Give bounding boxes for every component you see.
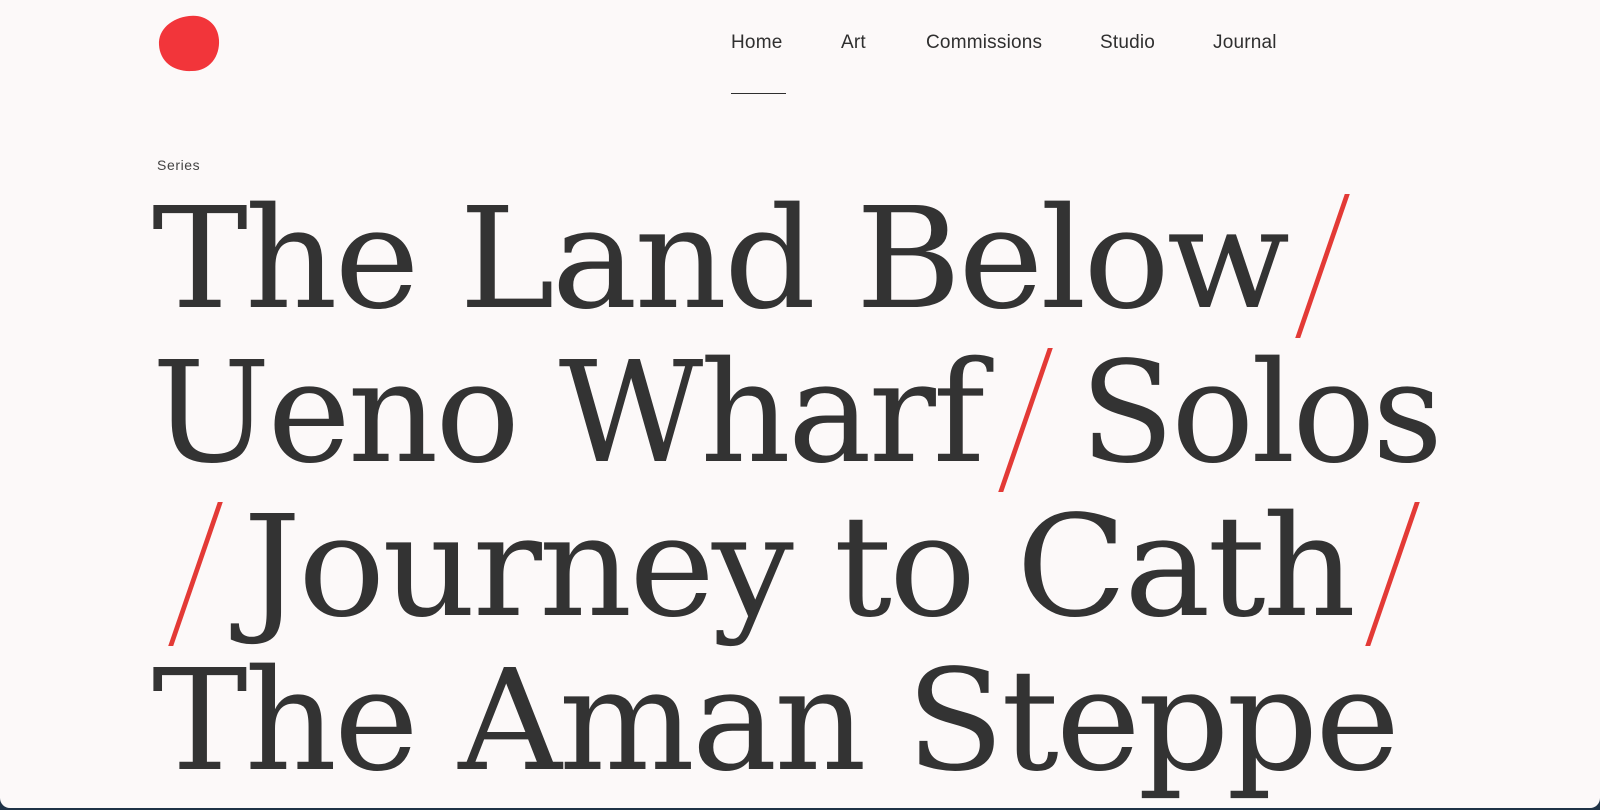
series-line-2b: Solos: [1080, 344, 1443, 484]
page: Home Art Commissions Studio Journal Seri…: [0, 0, 1600, 808]
series-item-solos[interactable]: Solos: [1080, 344, 1443, 484]
separator-slash: [1295, 194, 1350, 338]
series-list: The Land Below Ueno Wharf Solos Journey …: [0, 0, 1600, 808]
series-item-journey-to-cath[interactable]: Journey to Cath: [243, 498, 1356, 638]
series-item-the-land-below[interactable]: The Land Below: [152, 190, 1290, 330]
separator-slash: [168, 502, 223, 646]
series-item-ueno-wharf[interactable]: Ueno Wharf: [152, 344, 985, 484]
series-line-3: Journey to Cath: [243, 498, 1356, 638]
series-line-2: Ueno Wharf: [152, 344, 985, 484]
separator-slash: [1365, 502, 1420, 646]
series-line-4: The Aman Steppe: [152, 652, 1400, 792]
series-item-the-aman-steppe[interactable]: The Aman Steppe: [152, 652, 1400, 792]
separator-slash: [998, 348, 1053, 492]
series-line-1: The Land Below: [152, 190, 1290, 330]
